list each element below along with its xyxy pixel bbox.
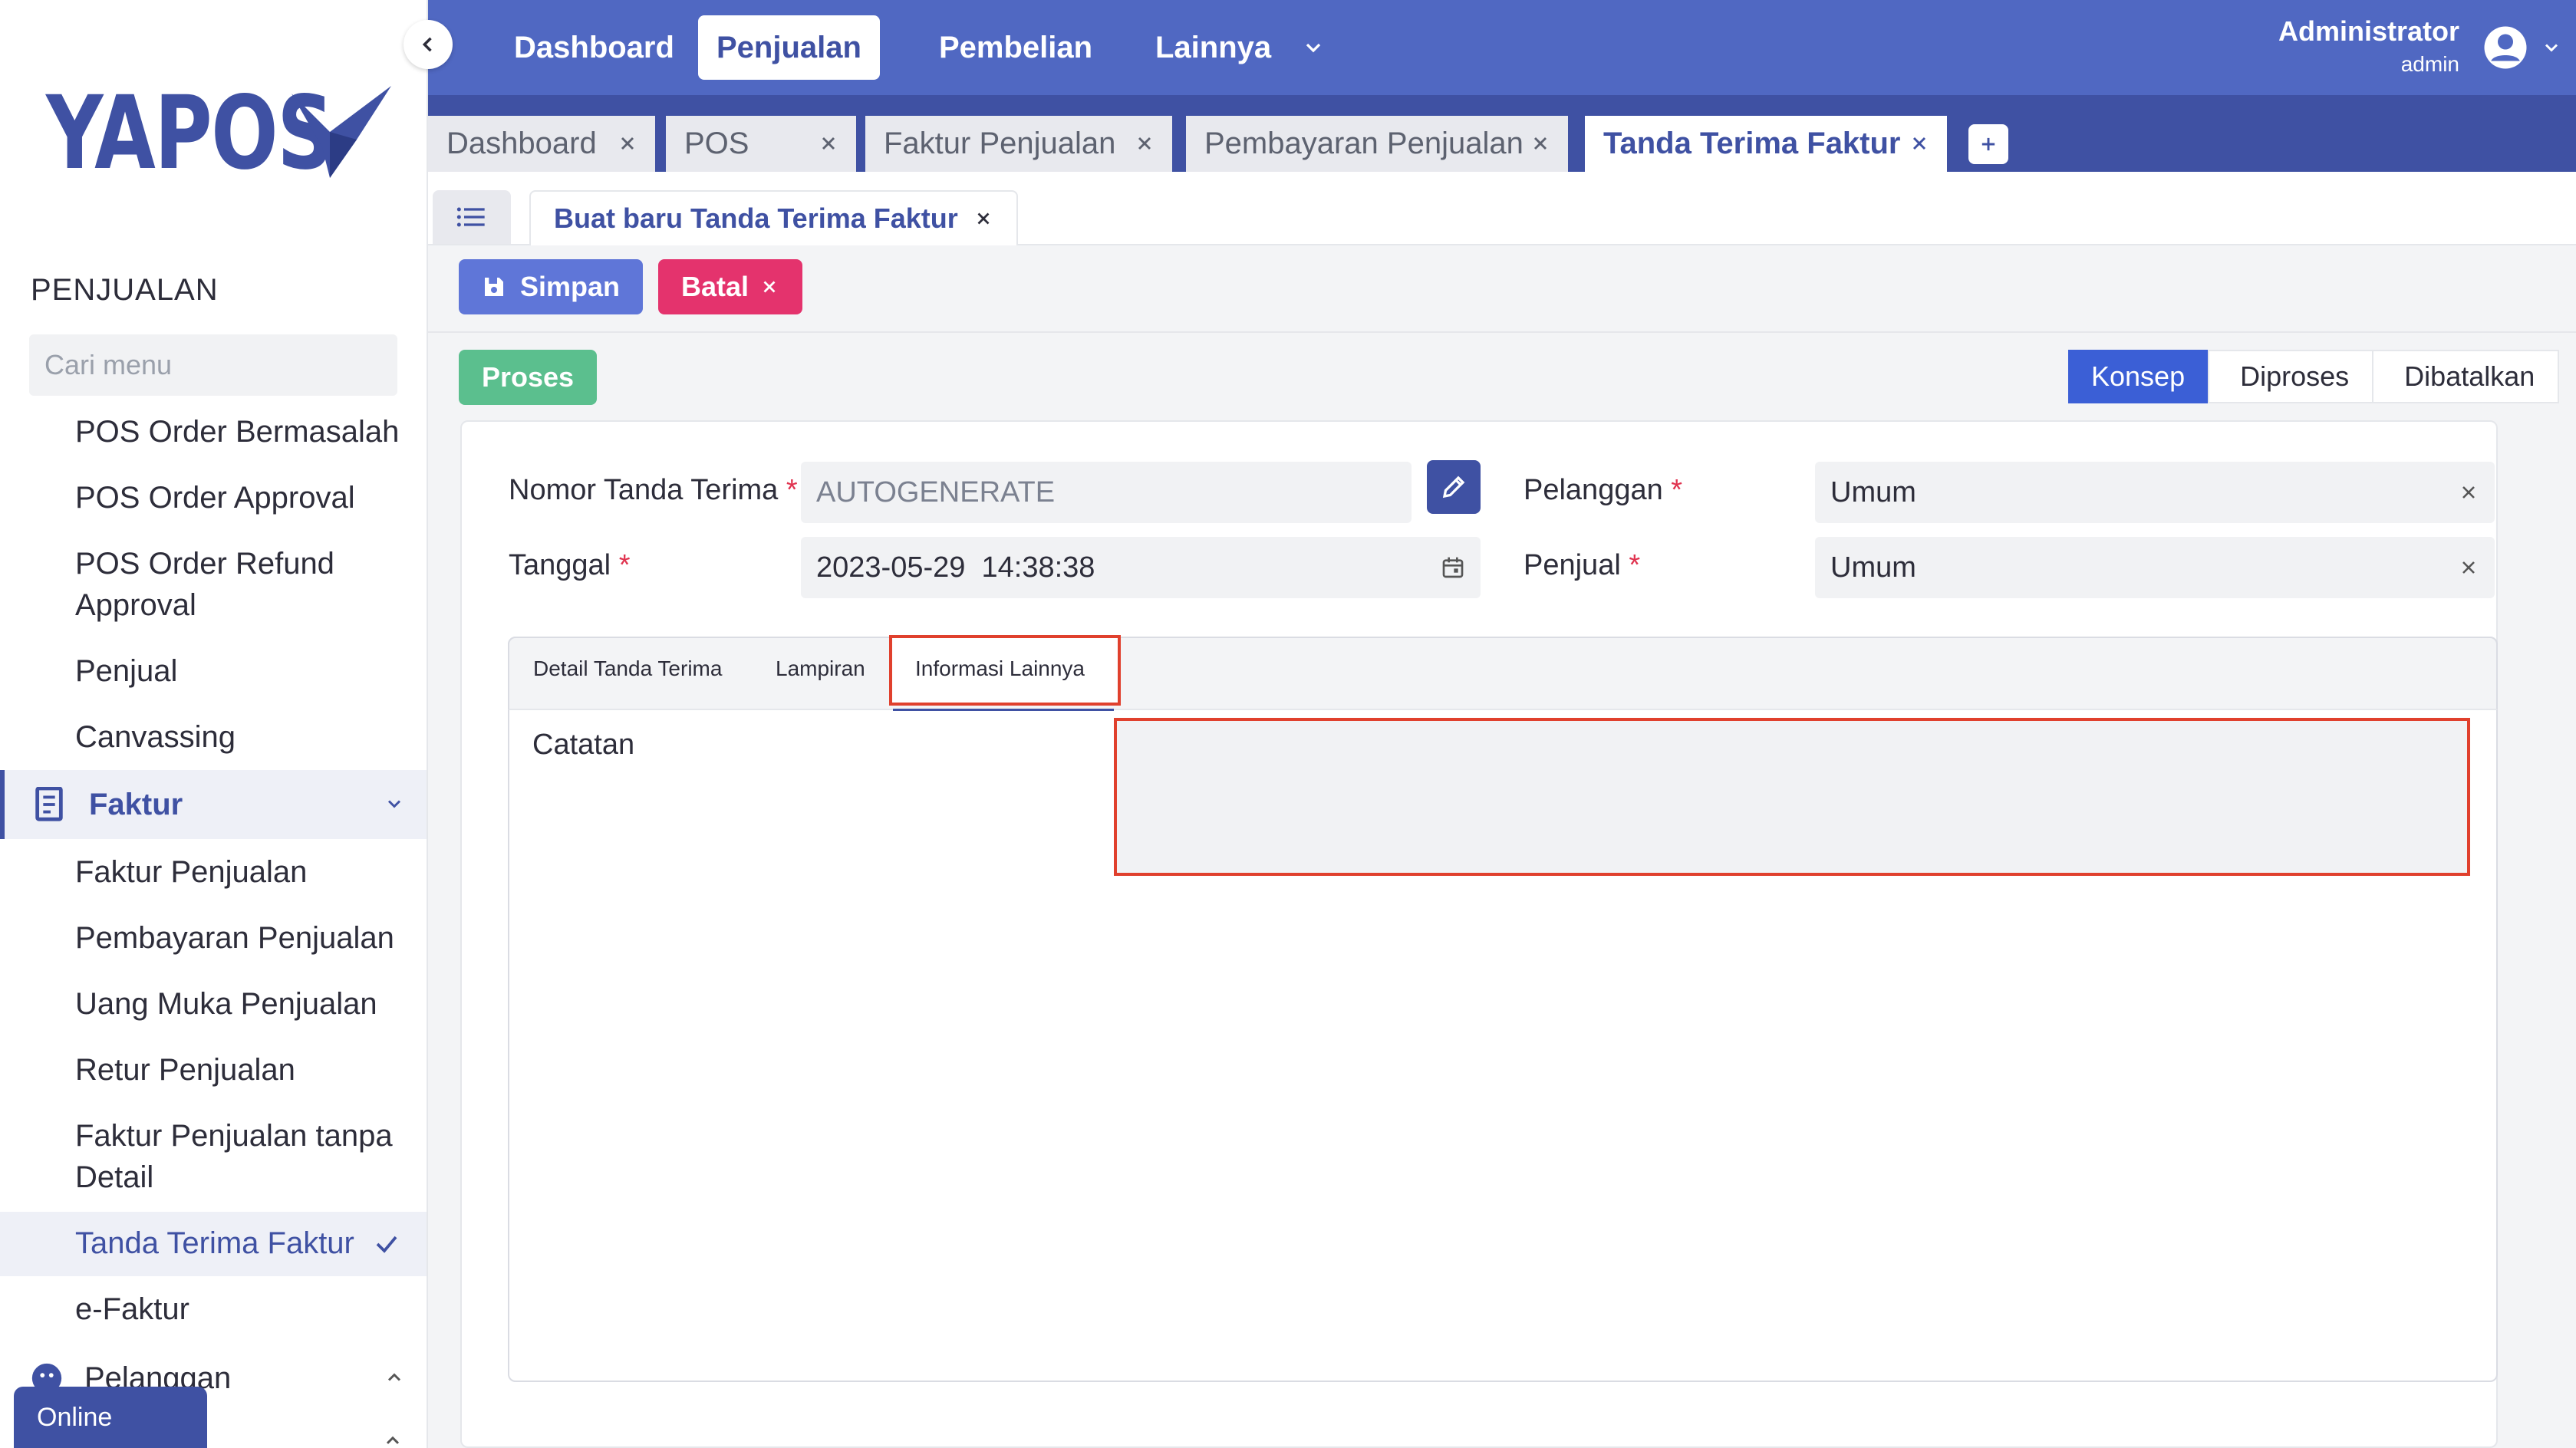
edit-number-button[interactable]: [1427, 460, 1481, 514]
menu-search-input[interactable]: [44, 349, 401, 381]
tab-informasi-lainnya[interactable]: Informasi Lainnya: [915, 657, 1085, 681]
top-navigation: Dashboard Penjualan Pembelian Lainnya Ad…: [428, 0, 2576, 95]
close-icon[interactable]: [2458, 482, 2479, 503]
chevron-down-icon[interactable]: [1301, 35, 1326, 60]
close-icon[interactable]: [1909, 133, 1930, 154]
tab-pos[interactable]: POS: [666, 116, 856, 172]
status-diproses[interactable]: Diproses: [2208, 350, 2374, 403]
status-steps: Konsep Diproses Dibatalkan: [2068, 350, 2560, 403]
save-label: Simpan: [520, 271, 621, 302]
list-view-button[interactable]: [433, 190, 511, 244]
pelanggan-value: Umum: [1830, 476, 1916, 508]
sidebar-item-e-faktur[interactable]: e-Faktur: [75, 1288, 189, 1330]
sidebar-item-pembayaran-penjualan[interactable]: Pembayaran Penjualan: [75, 917, 394, 959]
tab-detail-tanda-terima[interactable]: Detail Tanda Terima: [533, 657, 722, 681]
sidebar-item-canvassing[interactable]: Canvassing: [75, 716, 236, 758]
avatar-icon[interactable]: [2482, 25, 2528, 71]
user-role: admin: [2400, 52, 2459, 76]
save-button[interactable]: Simpan: [459, 259, 644, 314]
catatan-label: Catatan: [532, 729, 635, 761]
invoice-icon: [35, 787, 63, 821]
chevron-up-icon: [387, 1373, 401, 1381]
tab-label: Pembayaran Penjualan: [1204, 127, 1524, 160]
pelanggan-label: Pelanggan *: [1524, 474, 1683, 506]
nav-dashboard[interactable]: Dashboard: [496, 15, 693, 80]
sidebar: YAPOS PENJUALAN POS Order Bermasalah POS…: [0, 0, 428, 1448]
status-konsep[interactable]: Konsep: [2068, 350, 2210, 403]
tab-tanda-terima-faktur[interactable]: Tanda Terima Faktur: [1585, 116, 1947, 172]
sidebar-item-pos-order-approval[interactable]: POS Order Approval: [75, 477, 355, 518]
status-dibatalkan[interactable]: Dibatalkan: [2372, 350, 2560, 403]
close-icon[interactable]: [1134, 133, 1155, 154]
pencil-icon: [1442, 476, 1465, 499]
menu-search[interactable]: [29, 334, 401, 396]
floppy-disk-icon: [485, 278, 503, 296]
sidebar-collapse-button[interactable]: [404, 20, 453, 69]
tab-label: Faktur Penjualan: [884, 127, 1116, 160]
tanggal-value: 2023-05-29 14:38:38: [816, 551, 1095, 584]
sidebar-group-faktur[interactable]: Faktur: [0, 770, 427, 839]
tab-label: Tanda Terima Faktur: [1603, 127, 1901, 160]
close-icon[interactable]: [1530, 133, 1551, 154]
sidebar-group-label: Faktur: [89, 787, 183, 821]
subtab-label: Buat baru Tanda Terima Faktur: [554, 202, 958, 234]
close-icon[interactable]: [818, 133, 839, 154]
check-icon: [376, 1236, 397, 1253]
plus-icon: [1981, 137, 1995, 151]
nomor-field[interactable]: AUTOGENERATE: [801, 462, 1412, 523]
sidebar-item-faktur-penjualan-tanpa-detail[interactable]: Faktur Penjualan tanpa Detail: [75, 1115, 413, 1198]
close-icon[interactable]: [2458, 557, 2479, 578]
active-tab-underline: [893, 709, 1114, 711]
sidebar-item-retur-penjualan[interactable]: Retur Penjualan: [75, 1049, 295, 1091]
chevron-down-icon[interactable]: [2541, 37, 2562, 58]
calendar-icon[interactable]: [1441, 555, 1465, 580]
online-status-badge: Online: [14, 1387, 207, 1448]
cancel-label: Batal: [681, 271, 749, 302]
sidebar-item-penjual[interactable]: Penjual: [75, 650, 177, 692]
tab-label: POS: [684, 127, 749, 160]
tab-label: Dashboard: [446, 127, 597, 160]
penjual-value: Umum: [1830, 551, 1916, 584]
nav-pembelian[interactable]: Pembelian: [921, 15, 1111, 80]
nav-lainnya[interactable]: Lainnya: [1137, 15, 1290, 80]
list-icon: [456, 207, 485, 227]
cancel-button[interactable]: Batal: [658, 259, 803, 314]
tab-lampiran[interactable]: Lampiran: [776, 657, 865, 681]
sidebar-section-title: PENJUALAN: [31, 273, 219, 307]
sidebar-item-uang-muka-penjualan[interactable]: Uang Muka Penjualan: [75, 983, 377, 1025]
tab-dashboard[interactable]: Dashboard: [428, 116, 655, 172]
penjual-field[interactable]: Umum: [1815, 537, 2495, 598]
pelanggan-field[interactable]: Umum: [1815, 462, 2495, 523]
sidebar-item-pos-order-refund-approval[interactable]: POS Order Refund Approval: [75, 543, 397, 626]
chevron-down-icon: [387, 800, 401, 808]
document-tabs: Dashboard POS Faktur Penjualan Pembayara…: [428, 95, 2576, 172]
chevron-up-icon: [386, 1436, 400, 1444]
penjual-label: Penjual *: [1524, 549, 1641, 581]
tab-faktur-penjualan[interactable]: Faktur Penjualan: [865, 116, 1172, 172]
sidebar-item-pos-order-bermasalah[interactable]: POS Order Bermasalah: [75, 411, 399, 452]
close-icon[interactable]: [617, 133, 638, 154]
process-button[interactable]: Proses: [459, 350, 598, 405]
sidebar-item-tanda-terima-faktur[interactable]: Tanda Terima Faktur: [75, 1223, 354, 1264]
close-icon: [763, 281, 776, 293]
add-tab-button[interactable]: [1968, 124, 2008, 164]
close-icon[interactable]: [973, 209, 993, 229]
sidebar-item-faktur-penjualan[interactable]: Faktur Penjualan: [75, 851, 307, 893]
nav-penjualan[interactable]: Penjualan: [698, 15, 880, 80]
user-name: Administrator: [2278, 15, 2459, 47]
tab-pembayaran-penjualan[interactable]: Pembayaran Penjualan: [1186, 116, 1568, 172]
brand-logo: YAPOS: [46, 83, 413, 184]
toolbar-divider: [428, 331, 2576, 333]
subtab-bar: Buat baru Tanda Terima Faktur: [428, 172, 2576, 245]
tanggal-label: Tanggal *: [509, 549, 631, 581]
tanggal-field[interactable]: 2023-05-29 14:38:38: [801, 537, 1481, 598]
bird-logo-icon: [292, 86, 391, 178]
chevron-left-icon: [422, 37, 432, 52]
catatan-textarea[interactable]: [1114, 718, 2470, 876]
subtab-new-document[interactable]: Buat baru Tanda Terima Faktur: [529, 190, 1018, 245]
nomor-label: Nomor Tanda Terima *: [509, 474, 798, 506]
